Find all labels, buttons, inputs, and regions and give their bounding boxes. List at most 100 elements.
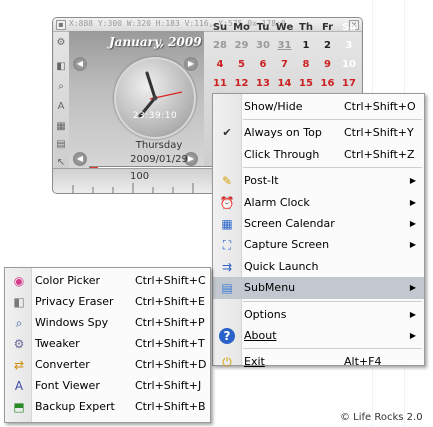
menu-item-show-hide[interactable]: Show/Hide Ctrl+Shift+O [213,96,424,117]
prev-month-arrow-icon[interactable]: ◀ [73,57,87,71]
menu-item-options[interactable]: Options ▶ [213,304,424,325]
menu-item-submenu[interactable]: ▤ SubMenu ▶ [213,277,424,299]
calendar-day[interactable]: 11 [210,78,230,89]
clock-panel: ◀ ▶ January, 2009 23:39:10 ◀ ▶ Thursday … [69,31,217,177]
submenu-icon: ▤ [221,281,233,296]
converter-icon[interactable]: ▦ [54,120,68,134]
submenu-arrow-icon: ▶ [409,331,416,340]
menu-item-label: SubMenu [244,281,296,295]
menu-item-label: About [244,329,277,342]
calendar-weekday-header: Sa [342,22,356,33]
submenu-arrow-icon: ▶ [409,197,416,207]
menu-item-shortcut: Ctrl+Shift+C [135,274,206,287]
clock-hands-icon [138,71,183,118]
calendar-day[interactable]: 4 [210,59,230,70]
calendar-day[interactable]: 29 [232,40,252,51]
backup-icon: ⬒ [13,400,25,414]
menu-item-shortcut: Ctrl+Shift+P [135,316,205,329]
menu-item-click-through[interactable]: Click Through Ctrl+Shift+Z [213,144,424,165]
calendar-day[interactable]: 1 [296,40,316,51]
menu-item-post-it[interactable]: ✎ Post-It ▶ [213,170,424,191]
converter-icon: ⇄ [13,358,25,372]
alarm-clock-icon: ⏰ [219,195,235,210]
menu-item-label: Exit [244,355,265,369]
font-viewer-icon[interactable]: A [54,100,68,114]
calendar-weekday-header: Mo [233,22,250,33]
menu-item-privacy-eraser[interactable]: ◧ Privacy Eraser Ctrl+Shift+E [5,291,210,312]
calendar-day[interactable]: 28 [210,40,230,51]
menu-item-quick-launch[interactable]: ⇉ Quick Launch [213,256,424,277]
menu-item-backup-expert[interactable]: ⬒ Backup Expert Ctrl+Shift+B [5,396,210,417]
menu-item-tweaker[interactable]: ⚙ Tweaker Ctrl+Shift+T [5,333,210,354]
menu-item-shortcut: Ctrl+Shift+Y [344,126,414,140]
menu-item-label: Capture Screen [244,238,330,252]
menu-item-label: Alarm Clock [244,195,310,209]
menu-item-shortcut: Ctrl+Shift+J [135,379,202,392]
submenu-arrow-icon: ▶ [409,283,416,293]
calendar-day[interactable]: 6 [253,59,273,70]
calendar-day[interactable]: 10 [339,59,359,70]
gear-icon[interactable]: ⚙ [54,36,68,50]
calendar-day[interactable]: 5 [232,59,252,70]
menu-item-font-viewer[interactable]: A Font Viewer Ctrl+Shift+J [5,375,210,396]
calendar-day[interactable]: 9 [318,59,338,70]
gear-icon: ⚙ [13,337,25,351]
calendar-day[interactable]: 16 [318,78,338,89]
calendar-day[interactable]: 3 [339,40,359,51]
menu-item-label: Backup Expert [35,400,115,413]
calendar-day[interactable]: 13 [253,78,273,89]
menu-separator [243,348,422,350]
menu-item-windows-spy[interactable]: ⌕ Windows Spy Ctrl+Shift+P [5,312,210,333]
calendar-day[interactable]: 12 [232,78,252,89]
digital-time: 23:39:10 [132,111,178,121]
font-viewer-icon: A [14,379,24,393]
menu-item-shortcut: Ctrl+Shift+B [135,400,206,413]
menu-item-label: Color Picker [35,274,100,287]
calendar-weekday-header: We [275,22,294,33]
widget-menu-icon[interactable]: ▪ [56,20,66,30]
menu-item-label: Screen Calendar [244,217,335,230]
calculator-icon[interactable]: ▤ [54,138,68,152]
menu-item-label: Tweaker [35,337,80,350]
context-menu: Show/Hide Ctrl+Shift+O ✔ Always on Top Ctrl+… [212,93,425,369]
menu-item-capture-screen[interactable]: ⛶ Capture Screen ▶ [213,234,424,255]
menu-separator [243,119,422,121]
check-icon: ✔ [222,126,232,140]
calendar-day[interactable]: 15 [296,78,316,89]
calendar-weekday-header: Fr [321,22,334,33]
magnifier-icon: ⌕ [15,316,23,330]
calendar-icon: ▦ [221,217,233,231]
calendar-day[interactable]: 17 [339,78,359,89]
menu-item-alarm-clock[interactable]: ⏰ Alarm Clock ▶ [213,192,424,213]
menu-item-label: Show/Hide [244,100,303,113]
quick-launch-icon: ⇉ [221,259,233,274]
menu-item-label: Windows Spy [35,316,109,329]
menu-item-label: Always on Top [244,126,322,140]
eraser-icon[interactable]: ◧ [54,60,68,74]
menu-item-converter[interactable]: ⇄ Converter Ctrl+Shift+D [5,354,210,375]
menu-item-label: Quick Launch [244,259,319,273]
menu-item-about[interactable]: ? About ▶ [213,325,424,346]
calendar-day[interactable]: 7 [275,59,295,70]
menu-item-shortcut: Ctrl+Shift+O [344,100,416,113]
menu-item-exit[interactable]: ⏻ Exit Alt+F4 [213,351,424,372]
menu-item-always-on-top[interactable]: ✔ Always on Top Ctrl+Shift+Y [213,122,424,143]
about-icon: ? [219,328,235,344]
calendar-day[interactable]: 8 [296,59,316,70]
calendar-day[interactable]: 2 [318,40,338,51]
date-label: 2009/01/29 [130,154,188,165]
menu-separator [243,167,422,169]
menu-item-color-picker[interactable]: ◉ Color Picker Ctrl+Shift+C [5,270,210,291]
prev-day-arrow-icon[interactable]: ◀ [73,152,87,166]
capture-screen-icon: ⛶ [222,238,232,253]
weekday-label: Thursday [135,140,183,151]
magnifier-icon[interactable]: ⌕ [54,80,68,94]
calendar-day[interactable]: 30 [253,40,273,51]
calendar-day[interactable]: 14 [275,78,295,89]
menu-item-screen-calendar[interactable]: ▦ Screen Calendar ▶ [213,213,424,234]
month-title: January, 2009 [109,35,202,49]
calendar-day[interactable]: 31 [275,40,295,51]
menu-item-shortcut: Ctrl+Shift+E [135,295,205,308]
menu-item-label: Converter [35,358,90,371]
submenu-popup: ◉ Color Picker Ctrl+Shift+C ◧ Privacy Eraser… [4,267,211,423]
